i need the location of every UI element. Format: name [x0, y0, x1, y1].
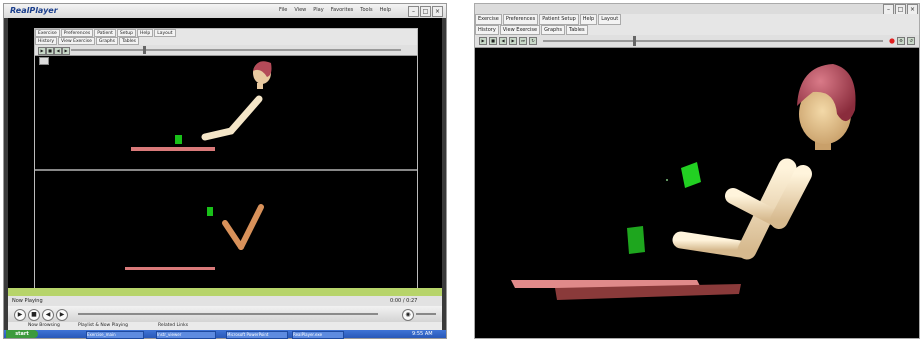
tab-layout[interactable]: Layout [154, 29, 176, 37]
playback-controls: ▶ ■ ◀ ▶ [35, 45, 417, 56]
play-icon[interactable]: ▶ [38, 47, 46, 55]
forearm [201, 127, 235, 141]
minimize-button[interactable]: – [408, 6, 419, 17]
target-marker [666, 179, 668, 181]
menu-favorites[interactable]: Favorites [331, 7, 354, 13]
tab-history[interactable]: History [35, 37, 58, 45]
taskbar-item[interactable]: Exercise_main [86, 331, 144, 339]
record-icon[interactable] [889, 38, 895, 44]
next-button-icon[interactable]: ▶ [56, 309, 68, 321]
timeline-thumb[interactable] [633, 36, 636, 46]
playback-controls: ▶ ■ ◀ ▶ ⏭ ↻ ⚙ ↺ [475, 35, 919, 48]
green-cube-far [627, 226, 645, 254]
related-links-link[interactable]: Related Links [158, 323, 188, 328]
green-cube-top [207, 207, 213, 216]
volume-slider[interactable] [416, 313, 436, 315]
top-view-scene [125, 204, 264, 270]
volume-icon[interactable]: ◉ [402, 309, 414, 321]
tab-layout[interactable]: Layout [598, 14, 622, 25]
tab-tables[interactable]: Tables [566, 25, 588, 35]
stop-icon[interactable]: ■ [489, 37, 497, 45]
tab-graphs[interactable]: Graphs [95, 37, 119, 45]
bottom-links: Now Browsing Playlist & Now Playing Rela… [8, 322, 442, 330]
play-icon[interactable]: ▶ [479, 37, 487, 45]
tab-view-exercise[interactable]: View Exercise [58, 37, 95, 45]
end-icon[interactable]: ⏭ [519, 37, 527, 45]
close-button[interactable]: × [432, 6, 443, 17]
window-title-bar: – □ × [475, 4, 919, 15]
tab-exercise[interactable]: Exercise [35, 29, 60, 37]
stop-button-icon[interactable]: ■ [28, 309, 40, 321]
menu-view[interactable]: View [294, 7, 306, 13]
reset-icon[interactable]: ↺ [907, 37, 915, 45]
simulation-window: – □ × Exercise Preferences Patient Setup… [474, 3, 920, 339]
menu-file[interactable]: File [279, 7, 287, 13]
timeline-thumb[interactable] [143, 46, 146, 54]
rewind-icon[interactable]: ◀ [54, 47, 62, 55]
start-button[interactable]: start [6, 330, 38, 338]
play-button-icon[interactable]: ▶ [14, 309, 26, 321]
timeline-slider[interactable] [543, 40, 883, 42]
table-surface [131, 147, 215, 151]
playback-progress-bar [8, 288, 442, 296]
menu-tabs: Exercise Preferences Patient Setup Help … [475, 14, 919, 25]
playlist-link[interactable]: Playlist & Now Playing [78, 323, 128, 328]
loop-icon[interactable]: ↻ [529, 37, 537, 45]
forward-icon[interactable]: ▶ [62, 47, 70, 55]
tab-preferences[interactable]: Preferences [60, 29, 94, 37]
seek-bar[interactable] [78, 313, 378, 315]
arm-segment-b [238, 204, 264, 250]
clock: 9:55 AM [412, 331, 433, 337]
view-tabs: History View Exercise Graphs Tables [475, 25, 919, 35]
green-cube [175, 135, 182, 144]
neck [257, 83, 263, 89]
player-controls: ▶ ■ ◀ ▶ ◉ [8, 306, 442, 322]
green-cube-near [681, 162, 701, 188]
timeline-slider[interactable] [71, 49, 401, 51]
menu-play[interactable]: Play [313, 7, 323, 13]
menu-tools[interactable]: Tools [360, 7, 372, 13]
tab-view-exercise[interactable]: View Exercise [499, 25, 541, 35]
tab-preferences[interactable]: Preferences [502, 14, 539, 25]
title-bar: RealPlayer File View Play Favorites Tool… [4, 4, 446, 18]
embedded-view-tabs: History View Exercise Graphs Tables [35, 37, 417, 45]
time-display: 0:00 / 0:27 [390, 298, 418, 304]
taskbar-item[interactable]: Instr_viewer [156, 331, 216, 339]
settings-icon[interactable]: ⚙ [897, 37, 905, 45]
table-surface-top [125, 267, 215, 270]
realplayer-window: RealPlayer File View Play Favorites Tool… [3, 3, 447, 339]
3d-view [475, 48, 919, 338]
tab-patient[interactable]: Patient [94, 29, 116, 37]
upper-arm [227, 95, 263, 135]
taskbar-item[interactable]: RealPlayer.exe [292, 331, 344, 339]
now-browsing-link[interactable]: Now Browsing [28, 323, 60, 328]
tab-setup[interactable]: Setup [116, 29, 136, 37]
previous-button-icon[interactable]: ◀ [42, 309, 54, 321]
tab-help[interactable]: Help [136, 29, 154, 37]
tab-graphs[interactable]: Graphs [541, 25, 566, 35]
now-playing-label: Now Playing [12, 298, 43, 304]
taskbar-item[interactable]: Microsoft PowerPoint [226, 331, 288, 339]
forward-icon[interactable]: ▶ [509, 37, 517, 45]
stop-icon[interactable]: ■ [46, 47, 54, 55]
tab-help[interactable]: Help [579, 14, 598, 25]
embedded-menu-tabs: Exercise Preferences Patient Setup Help … [35, 29, 417, 37]
tab-history[interactable]: History [475, 25, 499, 35]
menu-help[interactable]: Help [380, 7, 391, 13]
menu-bar: File View Play Favorites Tools Help [279, 7, 391, 13]
maximize-button[interactable]: □ [420, 6, 431, 17]
embedded-app: Exercise Preferences Patient Setup Help … [34, 28, 418, 292]
tab-tables[interactable]: Tables [119, 37, 139, 45]
forearm-left [672, 231, 756, 259]
status-bar: Now Playing 0:00 / 0:27 [8, 296, 442, 306]
tab-exercise[interactable]: Exercise [475, 14, 502, 25]
app-logo: RealPlayer [10, 6, 58, 15]
arm-segment-a [222, 220, 244, 250]
tab-patient-setup[interactable]: Patient Setup [539, 14, 579, 25]
side-view-scene [131, 61, 272, 151]
rewind-icon[interactable]: ◀ [499, 37, 507, 45]
windows-taskbar: start Exercise_main Instr_viewer Microso… [4, 330, 446, 339]
